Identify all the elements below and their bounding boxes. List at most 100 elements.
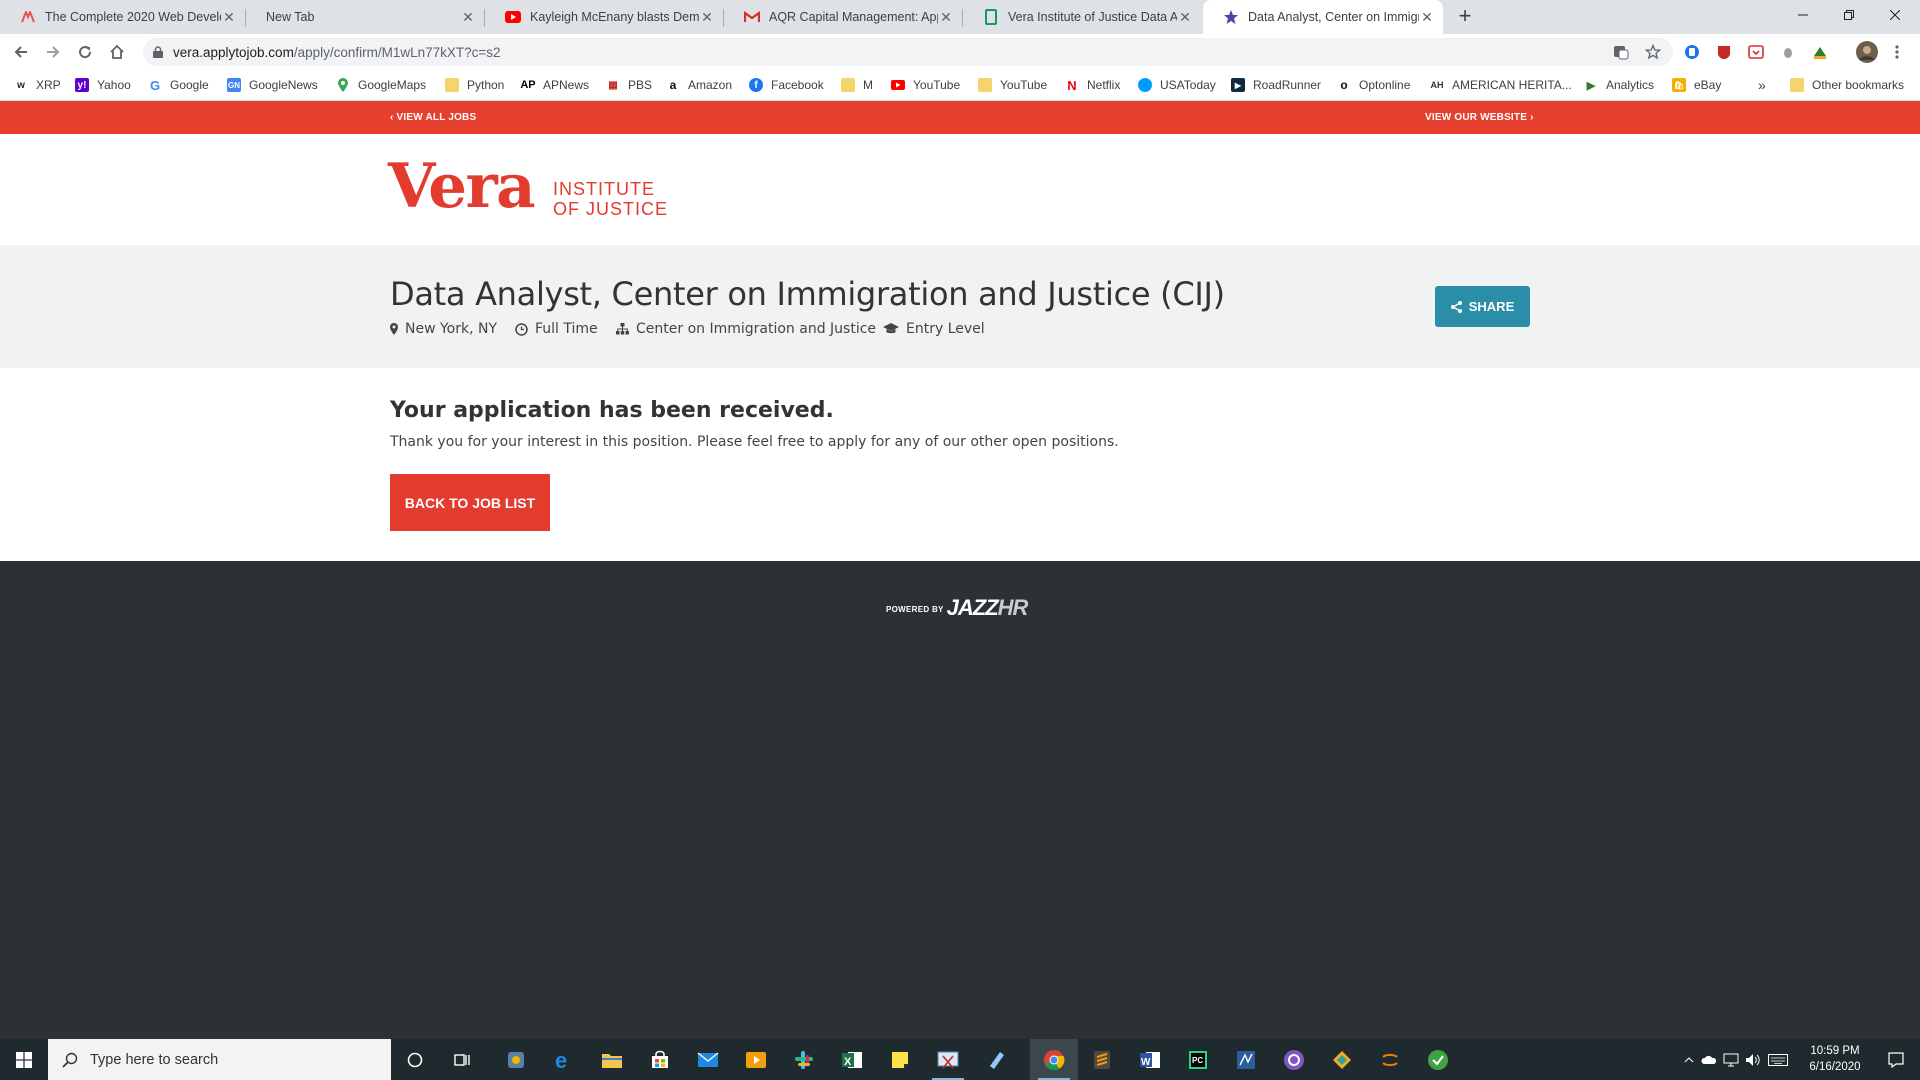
cortana-icon[interactable] (391, 1039, 439, 1080)
extension-blue-icon[interactable] (1683, 43, 1701, 61)
app-security-icon[interactable] (492, 1039, 540, 1080)
git-kraken-icon[interactable] (1318, 1039, 1366, 1080)
bookmark-google[interactable]: G Google (148, 70, 209, 100)
sticky-notes-icon[interactable] (876, 1039, 924, 1080)
bookmark-m[interactable]: M (841, 70, 873, 100)
home-button[interactable] (104, 40, 130, 64)
bookmark-yahoo[interactable]: y! Yahoo (75, 70, 131, 100)
close-icon[interactable]: ✕ (938, 9, 954, 26)
close-icon[interactable]: ✕ (1419, 9, 1435, 26)
chrome-icon[interactable] (1030, 1039, 1078, 1080)
word-icon[interactable]: W (1126, 1039, 1174, 1080)
jupyter-icon[interactable] (1366, 1039, 1414, 1080)
network-icon[interactable] (1720, 1053, 1742, 1067)
bookmark-optonline[interactable]: o Optonline (1337, 70, 1410, 100)
chevron-up-icon[interactable] (1680, 1056, 1698, 1063)
bookmark-ebay[interactable]: 🛍 eBay (1672, 70, 1721, 100)
mail-icon[interactable] (684, 1039, 732, 1080)
media-player-icon[interactable] (732, 1039, 780, 1080)
tab-udemy[interactable]: The Complete 2020 Web Developer ✕ (0, 0, 245, 34)
bookmark-pbs[interactable]: ▦ PBS (606, 70, 652, 100)
bookmarks-overflow[interactable]: » (1758, 70, 1766, 100)
close-window-button[interactable] (1872, 0, 1917, 30)
close-icon[interactable]: ✕ (1177, 9, 1193, 26)
bookmark-facebook[interactable]: f Facebook (749, 70, 824, 100)
browser-menu-icon[interactable] (1888, 43, 1906, 61)
extension-pocket-icon[interactable] (1747, 43, 1765, 61)
restore-button[interactable] (1826, 0, 1871, 30)
bookmark-roadrunner[interactable]: ▶ RoadRunner (1231, 70, 1321, 100)
other-bookmarks[interactable]: Other bookmarks (1790, 70, 1904, 100)
snipping-tool-icon[interactable] (924, 1039, 972, 1080)
excel-icon[interactable]: X (828, 1039, 876, 1080)
translate-icon[interactable] (1612, 43, 1630, 61)
notifications-icon[interactable] (1872, 1039, 1920, 1080)
tab-youtube[interactable]: Kayleigh McEnany blasts Dem cri ✕ (485, 0, 723, 34)
bookmark-xrp[interactable]: w XRP (14, 70, 61, 100)
extension-shield-icon[interactable] (1715, 43, 1733, 61)
bookmark-youtube-folder[interactable]: YouTube (978, 70, 1047, 100)
purple-app-icon[interactable] (1270, 1039, 1318, 1080)
tab-new-tab[interactable]: New Tab ✕ (246, 0, 484, 34)
svg-text:e: e (555, 1049, 567, 1071)
slack-icon[interactable] (780, 1039, 828, 1080)
new-tab-button[interactable]: + (1452, 5, 1478, 29)
bookmark-label: APNews (543, 78, 590, 92)
windows-start-button[interactable] (0, 1039, 48, 1080)
gmail-icon (744, 9, 760, 25)
bookmark-usatoday[interactable]: USAToday (1138, 70, 1216, 100)
sublime-text-icon[interactable] (1078, 1039, 1126, 1080)
bookmark-analytics[interactable]: ▶ Analytics (1584, 70, 1654, 100)
tab-gmail[interactable]: AQR Capital Management: Apply ✕ (724, 0, 962, 34)
onedrive-icon[interactable] (1698, 1055, 1720, 1065)
bookmark-googlenews[interactable]: GN GoogleNews (227, 70, 318, 100)
edge-icon[interactable]: e (540, 1039, 588, 1080)
task-view-icon[interactable] (439, 1039, 487, 1080)
bookmark-python[interactable]: Python (445, 70, 504, 100)
bookmark-googlemaps[interactable]: GoogleMaps (336, 70, 426, 100)
svg-text:PC: PC (1192, 1056, 1203, 1065)
reload-button[interactable] (72, 40, 98, 64)
microsoft-store-icon[interactable] (636, 1039, 684, 1080)
taskbar-search-box[interactable]: Type here to search (48, 1039, 391, 1080)
svg-text:X: X (844, 1056, 852, 1068)
logo-wordmark: Vera (388, 151, 536, 222)
powered-by-jazzhr[interactable]: POWERED BY JAZZ HR (886, 597, 1028, 619)
close-icon[interactable]: ✕ (460, 9, 476, 26)
close-icon[interactable]: ✕ (699, 9, 715, 26)
tab-google-sheets[interactable]: Vera Institute of Justice Data Ana ✕ (963, 0, 1201, 34)
bookmark-amazon[interactable]: a Amazon (666, 70, 732, 100)
bookmark-label: Amazon (688, 78, 733, 92)
job-level-text: Entry Level (906, 321, 985, 337)
green-app-icon[interactable] (1414, 1039, 1462, 1080)
bookmark-star-icon[interactable] (1644, 43, 1662, 61)
pycharm-icon[interactable]: PC (1174, 1039, 1222, 1080)
share-button[interactable]: SHARE (1435, 286, 1530, 327)
address-bar[interactable]: vera.applytojob.com/apply/confirm/M1wLn7… (143, 38, 1673, 66)
view-all-jobs-link[interactable]: ‹ VIEW ALL JOBS (390, 101, 476, 134)
view-website-label: VIEW OUR WEBSITE (1425, 112, 1528, 123)
back-button[interactable] (8, 40, 34, 64)
bookmark-netflix[interactable]: N Netflix (1065, 70, 1120, 100)
close-icon[interactable]: ✕ (221, 9, 237, 26)
tab-title: AQR Capital Management: Apply (769, 10, 938, 24)
file-explorer-icon[interactable] (588, 1039, 636, 1080)
extension-bug-icon[interactable] (1779, 43, 1797, 61)
back-to-job-list-button[interactable]: BACK TO JOB LIST (390, 474, 550, 531)
bookmark-youtube[interactable]: YouTube (891, 70, 960, 100)
forward-button[interactable] (40, 40, 66, 64)
tab-data-analyst-active[interactable]: Data Analyst, Center on Immigra ✕ (1203, 0, 1443, 34)
view-our-website-link[interactable]: VIEW OUR WEBSITE › (1425, 101, 1534, 134)
bookmark-apnews[interactable]: AP APNews (520, 70, 590, 100)
extension-green-icon[interactable] (1811, 43, 1829, 61)
notepad-pen-icon[interactable] (972, 1039, 1020, 1080)
keyboard-icon[interactable] (1764, 1053, 1792, 1066)
volume-icon[interactable] (1742, 1053, 1764, 1067)
lock-icon[interactable] (153, 46, 163, 58)
taskbar-clock[interactable]: 10:59 PM 6/16/2020 (1800, 1043, 1870, 1075)
bookmark-american-heritage[interactable]: AH AMERICAN HERITA... (1430, 70, 1572, 100)
minimize-button[interactable] (1780, 0, 1825, 30)
profile-avatar[interactable] (1855, 40, 1879, 64)
ssms-icon[interactable] (1222, 1039, 1270, 1080)
bookmark-label: YouTube (913, 78, 961, 92)
